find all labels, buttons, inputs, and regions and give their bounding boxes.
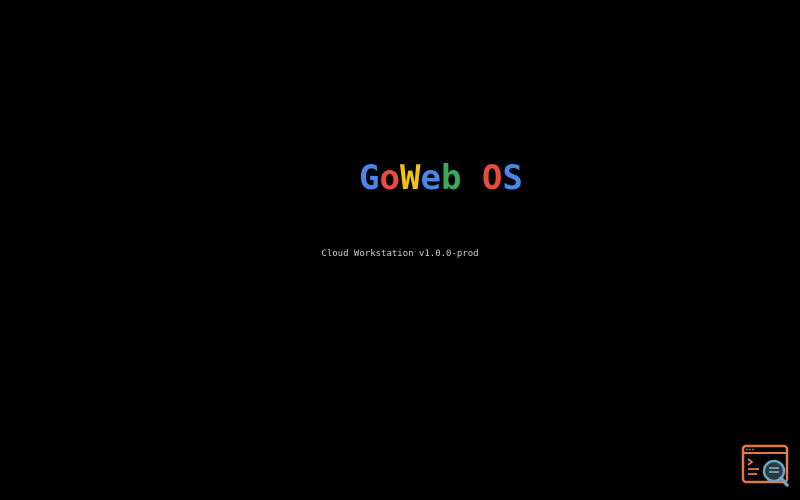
brand-letter-o: o [379, 158, 400, 198]
window-dot [752, 448, 754, 451]
brand-letter-g: G [359, 158, 380, 198]
window-dot [749, 448, 751, 451]
brand-title: GoWeb OS [0, 118, 800, 238]
version-subtitle: Cloud Workstation v1.0.0-prod [321, 249, 479, 259]
brand-space [461, 158, 481, 198]
terminal-search-icon-graphic [741, 444, 789, 487]
brand-letter-e: e [420, 158, 441, 198]
brand-letter-o2: O [481, 158, 503, 198]
splash-screen: GoWeb OS Cloud Workstation v1.0.0-prod [0, 118, 800, 260]
brand-letter-s: S [502, 158, 523, 198]
window-dot [746, 448, 748, 451]
brand-letter-b: b [440, 158, 462, 198]
terminal-search-icon[interactable] [741, 444, 791, 488]
brand-letter-w: W [399, 158, 421, 198]
prompt-chevron [747, 458, 754, 466]
